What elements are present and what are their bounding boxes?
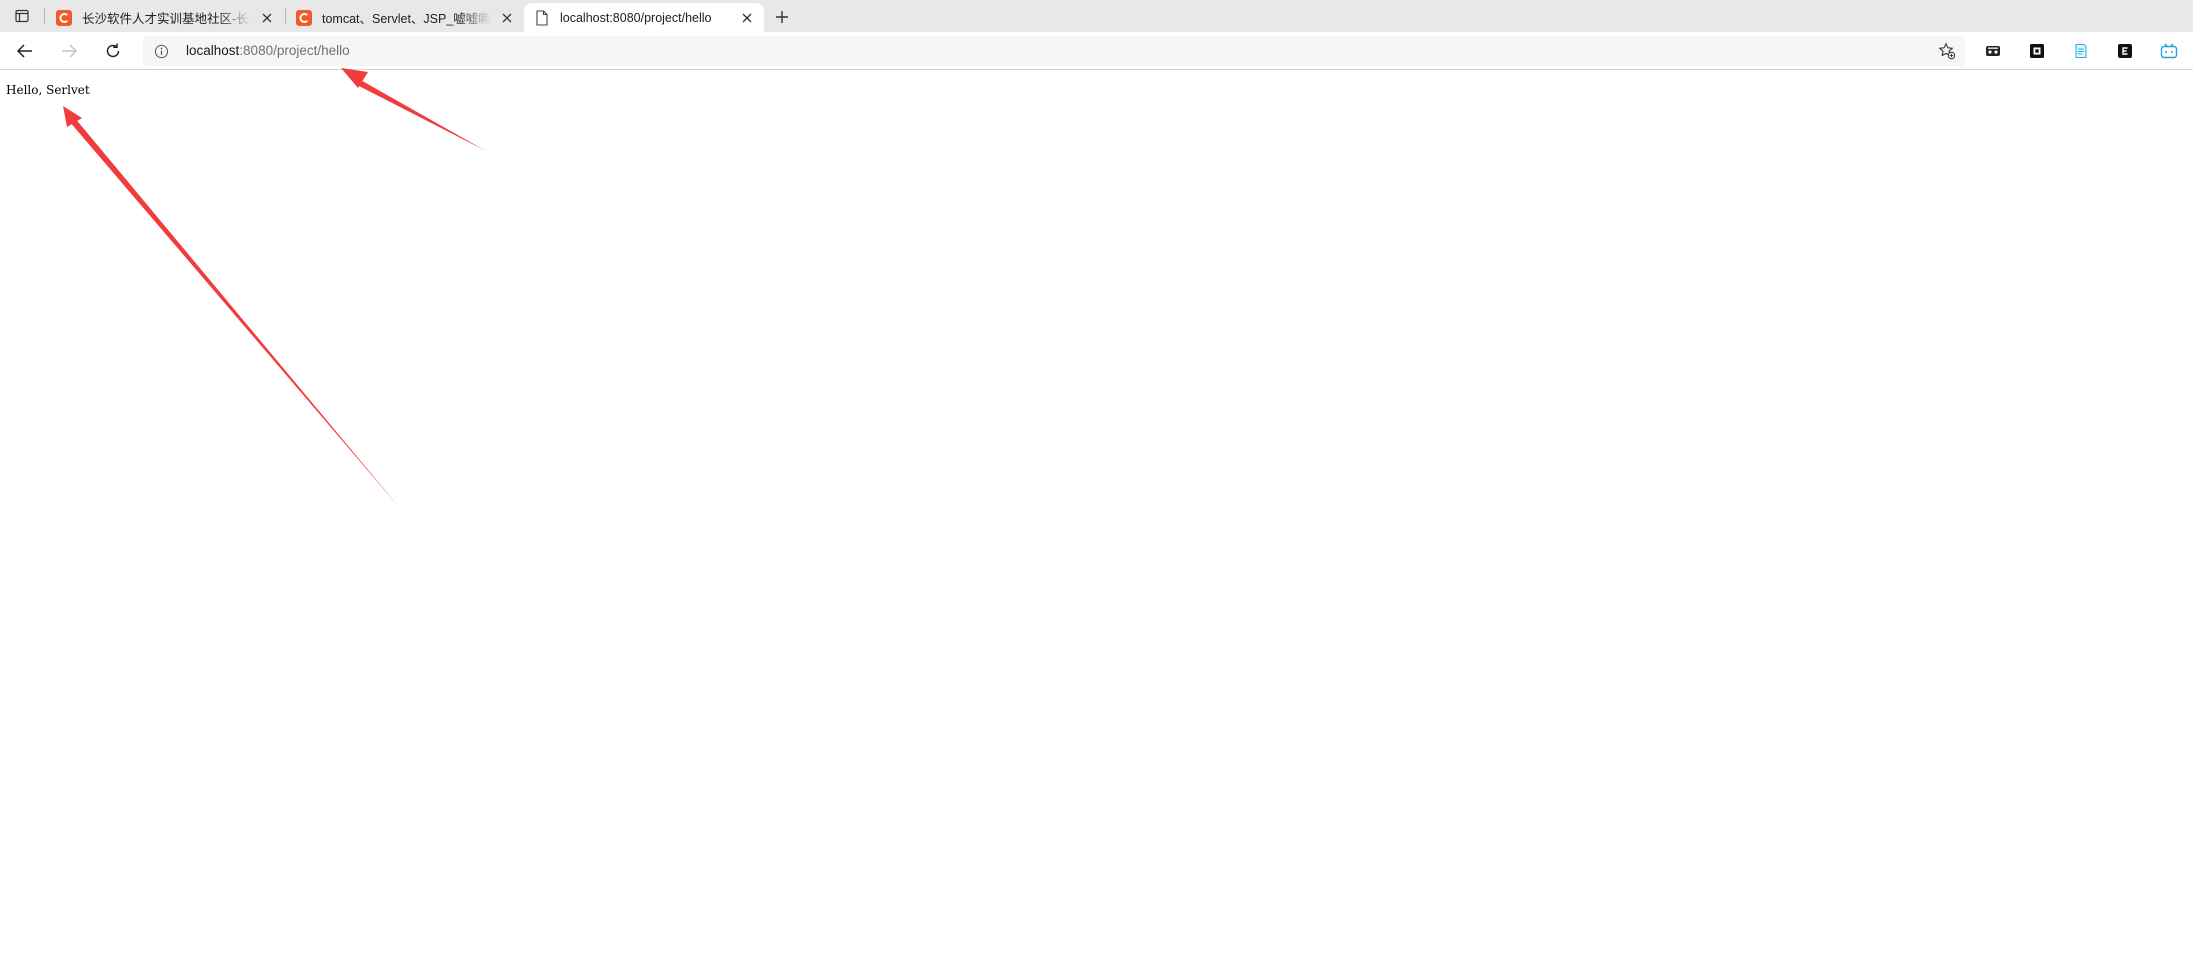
plus-icon bbox=[776, 11, 788, 23]
forward-button[interactable] bbox=[56, 38, 82, 64]
notes-icon bbox=[2075, 43, 2087, 59]
url-host: localhost bbox=[186, 43, 240, 58]
address-url[interactable]: localhost:8080/project/hello bbox=[186, 43, 350, 58]
tab-strip: 长沙软件人才实训基地社区-长沙 tomcat、Servlet、JSP_嘘嘘嘶-C… bbox=[0, 0, 2193, 32]
page-body-text: Hello, Serlvet bbox=[6, 83, 90, 97]
tab-actions-menu[interactable] bbox=[8, 5, 36, 27]
extension-square-button[interactable] bbox=[2027, 41, 2047, 61]
close-icon[interactable] bbox=[498, 9, 516, 27]
extension-e-button[interactable] bbox=[2115, 41, 2135, 61]
csdn-c-icon bbox=[56, 9, 72, 26]
tab-2-active[interactable]: localhost:8080/project/hello bbox=[524, 3, 764, 32]
page-viewport: Hello, Serlvet bbox=[0, 70, 2193, 961]
page-icon bbox=[534, 9, 550, 26]
add-favorite-button[interactable] bbox=[1937, 41, 1957, 61]
reload-button[interactable] bbox=[100, 38, 126, 64]
tab-1[interactable]: tomcat、Servlet、JSP_嘘嘘嘶-CS bbox=[286, 3, 524, 32]
back-button[interactable] bbox=[12, 38, 38, 64]
tab-0[interactable]: 长沙软件人才实训基地社区-长沙 bbox=[46, 3, 284, 32]
info-icon[interactable] bbox=[153, 43, 169, 59]
new-tab-button[interactable] bbox=[770, 5, 794, 29]
extension-icon bbox=[2118, 44, 2132, 58]
extension-bilibili-button[interactable] bbox=[2159, 41, 2179, 61]
tab-separator bbox=[44, 8, 45, 24]
bilibili-icon bbox=[2160, 43, 2178, 59]
tab-title: tomcat、Servlet、JSP_嘘嘘嘶-CS bbox=[322, 12, 492, 26]
address-bar[interactable]: localhost:8080/project/hello bbox=[143, 36, 1965, 66]
close-icon[interactable] bbox=[258, 9, 276, 27]
tab-title: localhost:8080/project/hello bbox=[560, 10, 712, 25]
url-path: :8080/project/hello bbox=[239, 43, 350, 58]
tab-title: 长沙软件人才实训基地社区-长沙 bbox=[82, 12, 252, 26]
arrow-right-icon bbox=[62, 44, 78, 58]
arrow-left-icon bbox=[16, 44, 32, 58]
extension-icon bbox=[1986, 46, 2000, 56]
csdn-c-icon bbox=[296, 9, 312, 26]
tab-actions-icon bbox=[15, 9, 29, 23]
reload-icon bbox=[106, 43, 120, 58]
extension-bookmark-button[interactable] bbox=[1983, 41, 2003, 61]
close-icon[interactable] bbox=[738, 9, 756, 27]
star-add-icon bbox=[1938, 42, 1956, 60]
toolbar: localhost:8080/project/hello bbox=[0, 32, 2193, 70]
extension-icon bbox=[2030, 44, 2044, 58]
extension-notes-button[interactable] bbox=[2071, 41, 2091, 61]
